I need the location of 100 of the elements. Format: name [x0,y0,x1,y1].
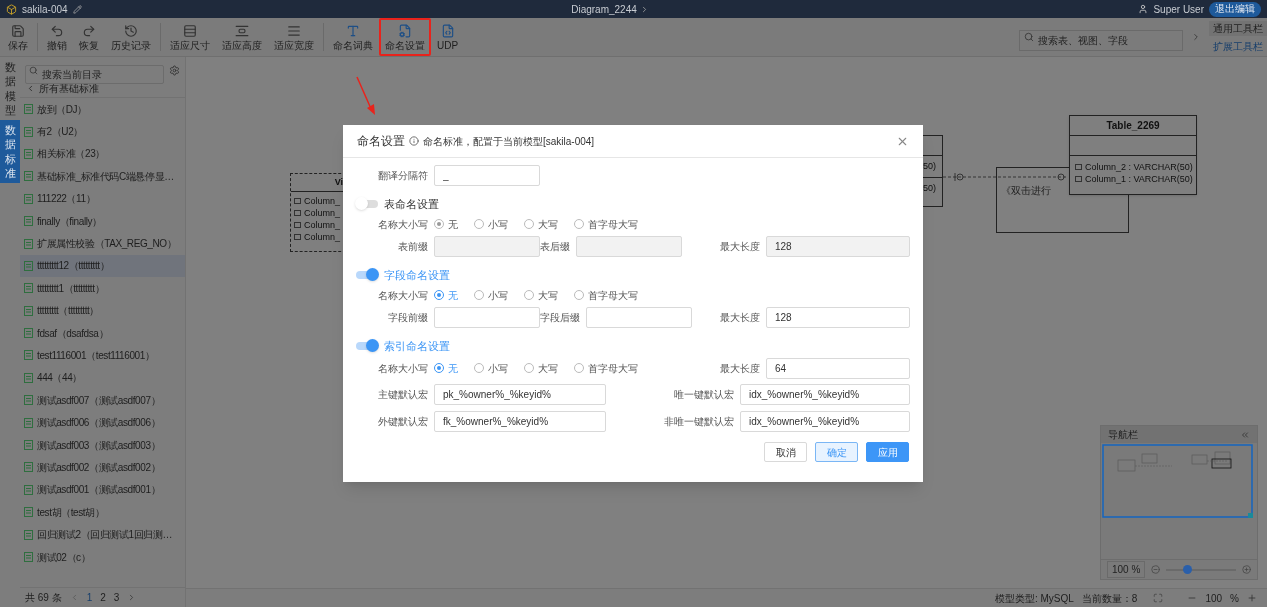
document-icon [24,171,33,182]
user-name: Super User [1153,2,1204,17]
toolbar-button[interactable]: 命名词典 [327,18,379,56]
standard-item[interactable]: 测试asdf007（测试asdf007） [20,389,185,412]
search-field[interactable]: 搜索当前目录 [25,65,164,84]
case-radio[interactable]: 小写 [474,360,508,376]
zoom-field[interactable]: 100 % [1107,561,1146,578]
standard-item[interactable]: 测试asdf006（测试asdf006） [20,411,185,434]
toolbar-button[interactable]: UDP [431,18,465,56]
field-label: 字段后缀 [540,310,580,325]
standard-item[interactable]: 测试asdf001（测试asdf001） [20,478,185,502]
document-icon [24,193,33,204]
side-tab[interactable]: 数据模型 [0,57,20,121]
standard-item[interactable]: 测试asdf002（测试asdf002） [20,456,185,479]
section-toggle[interactable] [356,342,378,350]
collapse-icon[interactable] [1240,429,1250,440]
standard-item[interactable]: 111222（11） [20,187,185,210]
case-radio[interactable]: 无 [434,287,458,303]
text-field[interactable]: idx_%owner%_%keyid% [740,383,910,405]
standard-item[interactable]: 444（44） [20,366,185,390]
field-label: 名称大小写 [377,361,428,376]
document-icon [24,283,33,294]
text-field[interactable] [434,306,540,328]
field-label: 最大长度 [720,310,760,325]
page-link[interactable]: 2 [100,590,106,605]
page-link[interactable]: 1 [86,590,93,605]
toolbar-button[interactable]: 命名设置 [379,18,431,56]
column-text: 50) [923,159,936,173]
text-field[interactable]: idx_%owner%_%keyid% [740,410,910,432]
toolbar-tab[interactable]: 通用工具栏 [1209,21,1267,36]
document-icon [24,507,33,518]
text-field[interactable]: pk_%owner%_%keyid% [434,383,606,405]
text-field[interactable]: 128 [766,306,910,328]
case-radio[interactable]: 首字母大写 [574,360,638,376]
fullscreen-icon[interactable] [1153,593,1164,603]
section-toggle[interactable] [356,200,378,208]
standard-item[interactable]: 测试02（c） [20,545,185,569]
toolbar-button[interactable]: 适应尺寸 [164,18,216,56]
toolbar-button[interactable]: 撤销 [41,18,73,56]
edit-icon[interactable] [72,4,82,14]
toolbar-button[interactable]: 保存 [2,18,34,56]
section-toggle[interactable] [356,271,378,279]
column-text: Column_1 : VARCHAR(50) [1085,174,1193,184]
radio-circle[interactable] [434,363,444,373]
standard-item[interactable]: test胡（test胡） [20,501,185,524]
toolbar-button[interactable]: 适应宽度 [268,18,320,56]
field-label: 名称大小写 [377,217,428,232]
standard-item[interactable]: fdsaf（dsafdsa） [20,321,185,345]
dialog-button[interactable]: 确定 [815,442,858,462]
standard-item[interactable]: 相关标准（23） [20,142,185,166]
history-icon [124,23,138,38]
standard-item[interactable]: 测试asdf003（测试asdf003） [20,433,185,457]
standard-item[interactable]: 回归测试2（回归测试1回归测… [20,523,185,546]
side-tab[interactable]: 数据标准 [0,120,20,184]
standard-item[interactable]: 基础标准_标准代码C端悬停显… [20,165,185,188]
settings-icon[interactable] [169,65,180,76]
toolbar-tab[interactable]: 扩展工具栏 [1209,39,1267,54]
chevron-icon[interactable] [1191,32,1201,42]
standard-item[interactable]: ttttttttt1（ttttttttt） [20,277,185,300]
standard-item[interactable]: ttttttttt（ttttttttt） [20,299,185,322]
separator-field[interactable]: _ [434,164,540,186]
standard-item[interactable]: 扩展属性校验（TAX_REG_NO） [20,232,185,255]
case-radio[interactable]: 大写 [524,360,558,376]
case-radio[interactable]: 无 [434,216,458,232]
toolbar-button[interactable]: 适应高度 [216,18,268,56]
case-radio[interactable]: 小写 [474,216,508,232]
column-text: Column_ [304,208,341,218]
text-field[interactable] [586,306,692,328]
toolbar-button[interactable]: 恢复 [73,18,105,56]
document-icon [24,260,33,271]
standard-item[interactable]: 有2（U2） [20,120,185,143]
radio-circle[interactable] [434,290,444,300]
standard-item[interactable]: finally（finally） [20,209,185,233]
dialog-button[interactable]: 取消 [764,442,807,462]
toolbar-button[interactable]: 历史记录 [105,18,157,56]
standard-item[interactable]: test1116001（test1116001） [20,344,185,367]
exit-edit-button[interactable]: 退出编辑 [1209,1,1261,17]
zoom-in-icon[interactable] [1247,593,1257,603]
field-label: 翻译分隔符 [377,168,428,183]
text-field[interactable]: fk_%owner%_%keyid% [434,410,606,432]
text-field[interactable]: 64 [766,357,910,379]
standard-item[interactable]: ttttttttt12（ttttttttt） [20,254,185,278]
case-radio[interactable]: 大写 [524,216,558,232]
radio-circle[interactable] [434,219,444,229]
field-label: 表后缀 [540,239,570,254]
document-icon [24,462,33,473]
page-link[interactable]: 3 [113,590,120,605]
minimap-drawing[interactable] [1102,444,1254,518]
case-radio[interactable]: 无 [434,360,458,376]
document-icon [24,417,33,428]
zoom-in-icon[interactable] [1242,565,1251,574]
case-radio[interactable]: 大写 [524,287,558,303]
standard-item[interactable]: 放到（DJ） [20,98,185,121]
zoom-out-icon[interactable] [1151,565,1161,574]
case-radio[interactable]: 小写 [474,287,508,303]
dialog-button[interactable]: 应用 [866,442,909,462]
case-radio[interactable]: 首字母大写 [574,287,638,303]
search-field[interactable]: 搜索表、视图、字段 [1019,29,1183,51]
case-radio[interactable]: 首字母大写 [574,216,638,232]
column-text: 50) [923,182,936,196]
